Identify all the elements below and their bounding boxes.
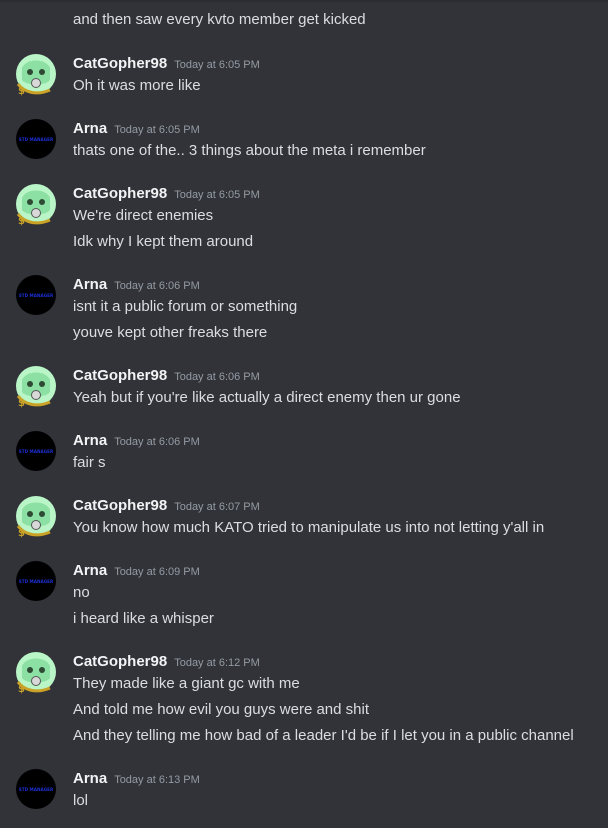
- message-list[interactable]: and then saw every kvto member get kicke…: [0, 0, 608, 828]
- author-name[interactable]: Arna: [73, 432, 107, 449]
- message-header: Arna Today at 6:05 PM: [73, 119, 200, 140]
- std-manager-avatar-icon: STD MANAGER: [16, 769, 56, 809]
- svg-text:$: $: [18, 86, 25, 97]
- svg-text:STD MANAGER: STD MANAGER: [19, 293, 54, 298]
- avatar[interactable]: $: [16, 652, 56, 695]
- message-line: and then saw every kvto member get kicke…: [73, 11, 366, 28]
- message-line: We're direct enemies: [73, 207, 214, 224]
- message-line: lol: [73, 792, 89, 809]
- avatar[interactable]: $: [16, 496, 56, 539]
- avatar[interactable]: STD MANAGER: [16, 275, 56, 315]
- message-line: no: [73, 584, 90, 601]
- svg-text:STD MANAGER: STD MANAGER: [19, 579, 54, 584]
- timestamp[interactable]: Today at 6:07 PM: [174, 501, 260, 513]
- timestamp[interactable]: Today at 6:05 PM: [174, 189, 260, 201]
- avatar[interactable]: $: [16, 366, 56, 409]
- message-header: Arna Today at 6:09 PM: [73, 561, 200, 582]
- timestamp[interactable]: Today at 6:06 PM: [114, 436, 200, 448]
- cat-gopher-avatar-icon: $: [16, 652, 56, 695]
- timestamp[interactable]: Today at 6:05 PM: [114, 124, 200, 136]
- divider: [0, 0, 608, 2]
- message-header: CatGopher98 Today at 6:05 PM: [73, 54, 260, 75]
- message-line: Oh it was more like: [73, 77, 201, 94]
- avatar[interactable]: STD MANAGER: [16, 119, 56, 159]
- author-name[interactable]: CatGopher98: [73, 185, 167, 202]
- author-name[interactable]: Arna: [73, 120, 107, 137]
- message-header: Arna Today at 6:06 PM: [73, 275, 200, 296]
- message-line: i heard like a whisper: [73, 610, 214, 627]
- message-header: CatGopher98 Today at 6:05 PM: [73, 184, 260, 205]
- cat-gopher-avatar-icon: $: [16, 496, 56, 539]
- message-line: Idk why I kept them around: [73, 233, 254, 250]
- message-line: fair s: [73, 454, 106, 471]
- message-line: You know how much KATO tried to manipula…: [73, 519, 545, 536]
- timestamp[interactable]: Today at 6:13 PM: [114, 774, 200, 786]
- svg-text:STD MANAGER: STD MANAGER: [19, 137, 54, 142]
- avatar[interactable]: STD MANAGER: [16, 769, 56, 809]
- author-name[interactable]: CatGopher98: [73, 497, 167, 514]
- message-line: isnt it a public forum or something: [73, 298, 298, 315]
- timestamp[interactable]: Today at 6:09 PM: [114, 566, 200, 578]
- svg-text:STD MANAGER: STD MANAGER: [19, 449, 54, 454]
- message-line: They made like a giant gc with me: [73, 675, 300, 692]
- std-manager-avatar-icon: STD MANAGER: [16, 275, 56, 315]
- svg-text:$: $: [18, 684, 25, 695]
- cat-gopher-avatar-icon: $: [16, 184, 56, 227]
- avatar[interactable]: STD MANAGER: [16, 561, 56, 601]
- message-header: CatGopher98 Today at 6:06 PM: [73, 366, 260, 387]
- timestamp[interactable]: Today at 6:06 PM: [114, 280, 200, 292]
- author-name[interactable]: CatGopher98: [73, 55, 167, 72]
- svg-text:$: $: [18, 398, 25, 409]
- svg-text:STD MANAGER: STD MANAGER: [19, 787, 54, 792]
- author-name[interactable]: Arna: [73, 276, 107, 293]
- message-header: CatGopher98 Today at 6:07 PM: [73, 496, 260, 517]
- timestamp[interactable]: Today at 6:06 PM: [174, 371, 260, 383]
- std-manager-avatar-icon: STD MANAGER: [16, 431, 56, 471]
- message-header: CatGopher98 Today at 6:12 PM: [73, 652, 260, 673]
- avatar[interactable]: STD MANAGER: [16, 431, 56, 471]
- timestamp[interactable]: Today at 6:05 PM: [174, 59, 260, 71]
- message-header: Arna Today at 6:06 PM: [73, 431, 200, 452]
- message-line: And they telling me how bad of a leader …: [73, 727, 574, 744]
- message-line: thats one of the.. 3 things about the me…: [73, 142, 426, 159]
- message-header: Arna Today at 6:13 PM: [73, 769, 200, 790]
- avatar[interactable]: $: [16, 184, 56, 227]
- author-name[interactable]: Arna: [73, 562, 107, 579]
- svg-text:$: $: [18, 216, 25, 227]
- author-name[interactable]: CatGopher98: [73, 653, 167, 670]
- author-name[interactable]: CatGopher98: [73, 367, 167, 384]
- cat-gopher-avatar-icon: $: [16, 366, 56, 409]
- svg-text:$: $: [18, 528, 25, 539]
- cat-gopher-avatar-icon: $: [16, 54, 56, 97]
- std-manager-avatar-icon: STD MANAGER: [16, 119, 56, 159]
- message-line: youve kept other freaks there: [73, 324, 268, 341]
- message-line: Yeah but if you're like actually a direc…: [73, 389, 461, 406]
- message-line: And told me how evil you guys were and s…: [73, 701, 369, 718]
- std-manager-avatar-icon: STD MANAGER: [16, 561, 56, 601]
- avatar[interactable]: $: [16, 54, 56, 97]
- timestamp[interactable]: Today at 6:12 PM: [174, 657, 260, 669]
- author-name[interactable]: Arna: [73, 770, 107, 787]
